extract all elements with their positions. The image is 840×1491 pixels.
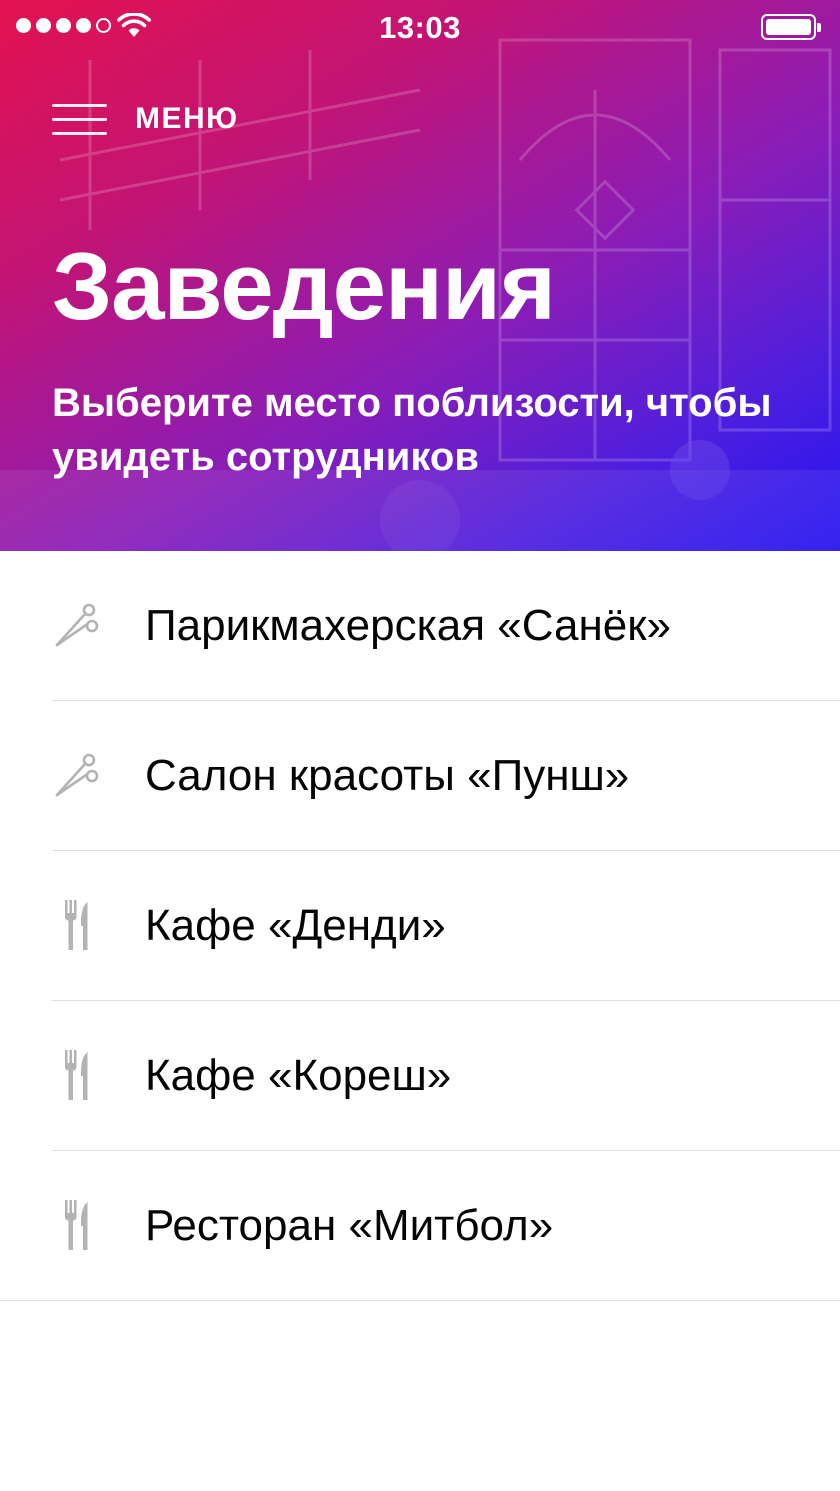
venue-label: Ресторан «Митбол» — [145, 1201, 554, 1250]
venue-label: Салон красоты «Пунш» — [145, 751, 630, 800]
menu-button[interactable]: МЕНЮ — [52, 95, 239, 143]
list-separator — [0, 1300, 840, 1301]
scissors-icon — [55, 603, 99, 647]
venue-label: Парикмахерская «Санёк» — [145, 601, 672, 650]
venues-screen: 13:03 МЕНЮ Заведения Выберите место побл… — [0, 0, 840, 1491]
venue-label: Кафе «Кореш» — [145, 1051, 452, 1100]
venue-label: Кафе «Денди» — [145, 901, 446, 950]
status-bar: 13:03 — [0, 0, 840, 54]
fork-knife-icon — [65, 900, 88, 950]
venue-item-punsh[interactable]: Салон красоты «Пунш» — [0, 701, 840, 851]
menu-label: МЕНЮ — [135, 102, 239, 135]
fork-knife-icon — [65, 1200, 88, 1250]
venue-item-sanek[interactable]: Парикмахерская «Санёк» — [0, 551, 840, 701]
header-banner: 13:03 МЕНЮ Заведения Выберите место побл… — [0, 0, 840, 551]
venue-item-koresh[interactable]: Кафе «Кореш» — [0, 1001, 840, 1151]
hamburger-icon — [52, 100, 107, 138]
page-title: Заведения — [52, 233, 556, 340]
venue-item-dendi[interactable]: Кафе «Денди» — [0, 851, 840, 1001]
venue-item-mitbol[interactable]: Ресторан «Митбол» — [0, 1151, 840, 1301]
venue-list: Парикмахерская «Санёк» Салон красоты «Пу… — [0, 551, 840, 1301]
page-subtitle: Выберите место поблизости, чтобы увидеть… — [52, 381, 772, 479]
battery-icon — [761, 14, 821, 40]
fork-knife-icon — [65, 1050, 88, 1100]
scissors-icon — [55, 753, 99, 797]
status-time: 13:03 — [379, 10, 461, 45]
